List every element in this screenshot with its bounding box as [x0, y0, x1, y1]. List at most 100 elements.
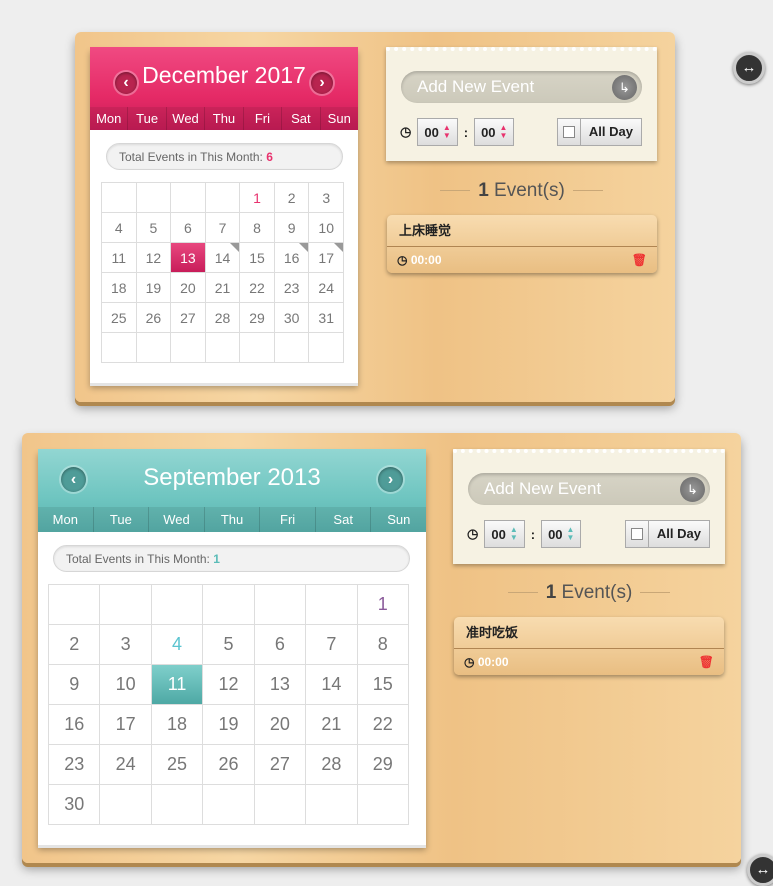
calendar-header: December 2017 ‹ › Mon Tue Wed Thu Fri Sat Sun: [90, 47, 358, 130]
empty-cell: [240, 333, 275, 363]
day-cell[interactable]: 13: [254, 665, 307, 705]
all-day-checkbox[interactable]: [626, 521, 649, 547]
day-cell[interactable]: 17: [309, 243, 344, 273]
day-cell[interactable]: 3: [309, 183, 344, 213]
resize-toggle-button[interactable]: ↔: [747, 854, 773, 886]
day-cell[interactable]: 19: [203, 705, 255, 745]
event-item[interactable]: 准时吃饭 ◷ 00:00 🗑: [454, 617, 724, 675]
day-cell[interactable]: 26: [136, 303, 172, 333]
day-cell[interactable]: 2: [274, 183, 310, 213]
day-cell[interactable]: 31: [309, 303, 344, 333]
day-cell[interactable]: 7: [205, 213, 241, 243]
day-cell[interactable]: 27: [171, 303, 206, 333]
day-cell[interactable]: 30: [274, 303, 310, 333]
day-cell[interactable]: 17: [100, 705, 152, 745]
minute-stepper[interactable]: 00 ▲ ▼: [541, 520, 582, 548]
day-cell[interactable]: 13: [171, 243, 206, 273]
add-event-input[interactable]: Add New Event: [401, 71, 642, 103]
resize-toggle-button[interactable]: ↔: [733, 52, 765, 84]
day-cell[interactable]: 22: [357, 705, 409, 745]
day-cell[interactable]: 8: [357, 625, 409, 665]
event-item[interactable]: 上床睡觉 ◷ 00:00 🗑: [387, 215, 657, 273]
day-cell[interactable]: 25: [102, 303, 137, 333]
delete-event-icon[interactable]: 🗑: [632, 247, 647, 273]
day-cell[interactable]: 1: [240, 183, 275, 213]
day-cell[interactable]: 9: [49, 665, 101, 705]
all-day-toggle[interactable]: All Day: [624, 520, 710, 548]
day-cell[interactable]: 5: [203, 625, 255, 665]
day-cell[interactable]: 7: [306, 625, 358, 665]
day-cell[interactable]: 10: [309, 213, 344, 243]
hour-stepper[interactable]: 00 ▲ ▼: [417, 118, 458, 146]
next-month-button[interactable]: ›: [311, 72, 333, 94]
weekday-label: Fri: [242, 107, 281, 130]
event-count-label: Event(s): [494, 180, 565, 201]
day-cell[interactable]: 6: [254, 625, 307, 665]
day-cell[interactable]: 4: [151, 625, 204, 665]
day-cell[interactable]: 12: [203, 665, 255, 705]
day-cell[interactable]: 29: [357, 745, 409, 785]
day-cell[interactable]: 28: [205, 303, 241, 333]
day-cell[interactable]: 18: [102, 273, 137, 303]
day-cell[interactable]: 1: [357, 585, 409, 625]
day-cell[interactable]: 19: [136, 273, 172, 303]
day-cell[interactable]: 14: [205, 243, 241, 273]
hour-value: 00: [491, 526, 506, 542]
day-cell[interactable]: 6: [171, 213, 206, 243]
day-cell[interactable]: 5: [136, 213, 172, 243]
day-cell[interactable]: 12: [136, 243, 172, 273]
day-cell[interactable]: 24: [100, 745, 152, 785]
all-day-checkbox[interactable]: [558, 119, 581, 145]
day-cell[interactable]: 21: [306, 705, 358, 745]
day-cell[interactable]: 20: [254, 705, 307, 745]
day-cell[interactable]: 14: [306, 665, 358, 705]
day-cell[interactable]: 15: [357, 665, 409, 705]
hour-stepper[interactable]: 00 ▲ ▼: [484, 520, 525, 548]
day-cell[interactable]: 8: [240, 213, 275, 243]
day-cell[interactable]: 20: [171, 273, 206, 303]
day-cell[interactable]: 10: [100, 665, 152, 705]
day-cell[interactable]: 11: [151, 665, 204, 705]
day-cell[interactable]: 16: [274, 243, 310, 273]
weekday-label: Wed: [165, 107, 204, 130]
minute-stepper[interactable]: 00 ▲ ▼: [474, 118, 515, 146]
time-separator: :: [530, 526, 536, 542]
day-cell[interactable]: 2: [49, 625, 101, 665]
prev-month-button[interactable]: ‹: [61, 467, 86, 492]
day-cell[interactable]: 11: [102, 243, 137, 273]
event-count: 1: [478, 180, 489, 201]
add-event-panel: Add New Event ↳ ◷ 00 ▲ ▼:00 ▲ ▼ All Day: [386, 47, 657, 161]
next-month-button[interactable]: ›: [378, 467, 403, 492]
weekday-label: Sat: [314, 507, 371, 532]
empty-cell: [205, 183, 241, 213]
day-cell[interactable]: 21: [205, 273, 241, 303]
day-cell[interactable]: 22: [240, 273, 275, 303]
day-cell[interactable]: 16: [49, 705, 101, 745]
day-cell[interactable]: 3: [100, 625, 152, 665]
day-cell[interactable]: 15: [240, 243, 275, 273]
weekday-label: Fri: [259, 507, 315, 532]
submit-event-button[interactable]: ↳: [612, 75, 637, 100]
day-cell[interactable]: 9: [274, 213, 310, 243]
submit-event-button[interactable]: ↳: [680, 477, 705, 502]
day-cell[interactable]: 27: [254, 745, 307, 785]
day-cell[interactable]: 28: [306, 745, 358, 785]
day-cell[interactable]: 24: [309, 273, 344, 303]
day-cell[interactable]: 30: [49, 785, 101, 825]
day-cell[interactable]: 29: [240, 303, 275, 333]
all-day-toggle[interactable]: All Day: [556, 118, 642, 146]
day-cell[interactable]: 25: [151, 745, 204, 785]
day-cell[interactable]: 4: [102, 213, 137, 243]
event-time: 00:00: [410, 253, 442, 267]
event-name: 准时吃饭: [454, 617, 724, 649]
day-cell[interactable]: 18: [151, 705, 204, 745]
day-cell[interactable]: 26: [203, 745, 255, 785]
delete-event-icon[interactable]: 🗑: [699, 649, 714, 675]
add-event-input[interactable]: Add New Event: [468, 473, 710, 505]
prev-month-button[interactable]: ‹: [115, 72, 137, 94]
empty-cell: [203, 785, 255, 825]
day-cell[interactable]: 23: [49, 745, 101, 785]
total-events-bar: Total Events in This Month: 1: [53, 545, 410, 572]
day-cell[interactable]: 23: [274, 273, 310, 303]
total-events-count: 6: [266, 150, 273, 164]
